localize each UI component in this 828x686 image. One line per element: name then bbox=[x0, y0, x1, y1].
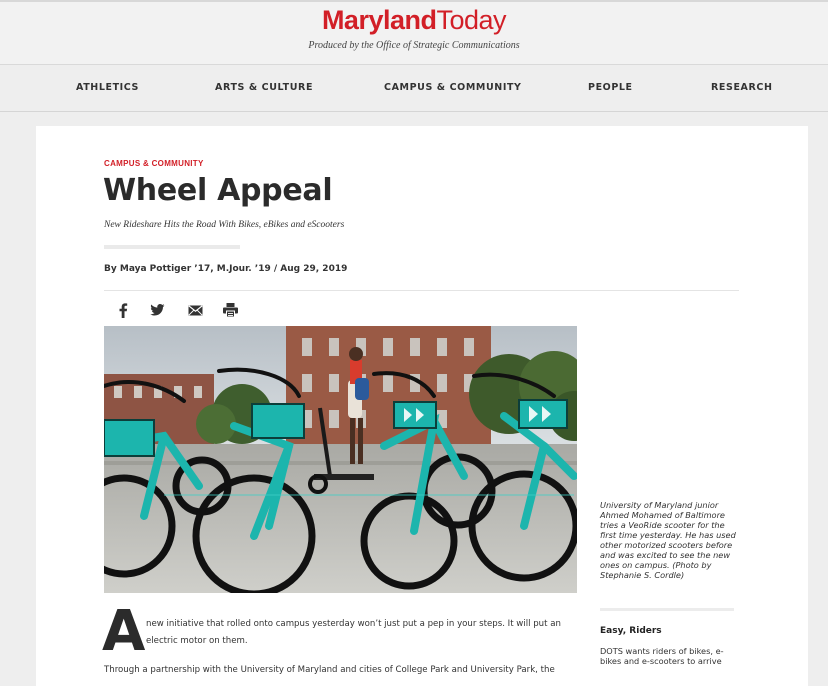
article-paragraph: Through a partnership with the Universit… bbox=[104, 665, 555, 675]
site-logo[interactable]: MarylandToday bbox=[0, 6, 828, 34]
article-subtitle: New Rideshare Hits the Road With Bikes, … bbox=[104, 220, 345, 230]
nav-arts-culture[interactable]: ARTS & CULTURE bbox=[215, 82, 313, 93]
drop-cap: A bbox=[102, 599, 146, 664]
facebook-icon[interactable] bbox=[114, 302, 132, 318]
title-divider bbox=[104, 245, 240, 249]
article-card: CAMPUS & COMMUNITY Wheel Appeal New Ride… bbox=[36, 126, 808, 686]
twitter-icon[interactable] bbox=[148, 302, 166, 318]
article-category[interactable]: CAMPUS & COMMUNITY bbox=[104, 159, 204, 168]
nav-people[interactable]: PEOPLE bbox=[588, 82, 633, 93]
bike-share-photo bbox=[104, 326, 577, 593]
photo-caption: University of Maryland junior Ahmed Moha… bbox=[600, 500, 736, 580]
site-tagline: Produced by the Office of Strategic Comm… bbox=[308, 40, 520, 51]
logo-maryland: Maryland bbox=[321, 5, 437, 35]
article-lead: new initiative that rolled onto campus y… bbox=[146, 619, 561, 646]
nav-athletics[interactable]: ATHLETICS bbox=[76, 82, 139, 93]
nav-research[interactable]: RESEARCH bbox=[711, 82, 773, 93]
site-header: MarylandToday Produced by the Office of … bbox=[0, 0, 828, 65]
article-photo[interactable] bbox=[104, 326, 577, 593]
byline-divider bbox=[104, 290, 739, 291]
logo-today: Today bbox=[436, 5, 507, 35]
sidebar-divider bbox=[600, 608, 734, 611]
sidebar-text: DOTS wants riders of bikes, e-bikes and … bbox=[600, 646, 724, 666]
nav-campus-community[interactable]: CAMPUS & COMMUNITY bbox=[384, 82, 522, 93]
email-icon[interactable] bbox=[186, 302, 204, 318]
sidebar-heading: Easy, Riders bbox=[600, 626, 662, 636]
article-byline: By Maya Pottiger ’17, M.Jour. ’19 / Aug … bbox=[104, 264, 348, 274]
main-nav: ATHLETICS ARTS & CULTURE CAMPUS & COMMUN… bbox=[0, 65, 828, 112]
article-title: Wheel Appeal bbox=[103, 173, 333, 208]
print-icon[interactable] bbox=[221, 302, 239, 318]
